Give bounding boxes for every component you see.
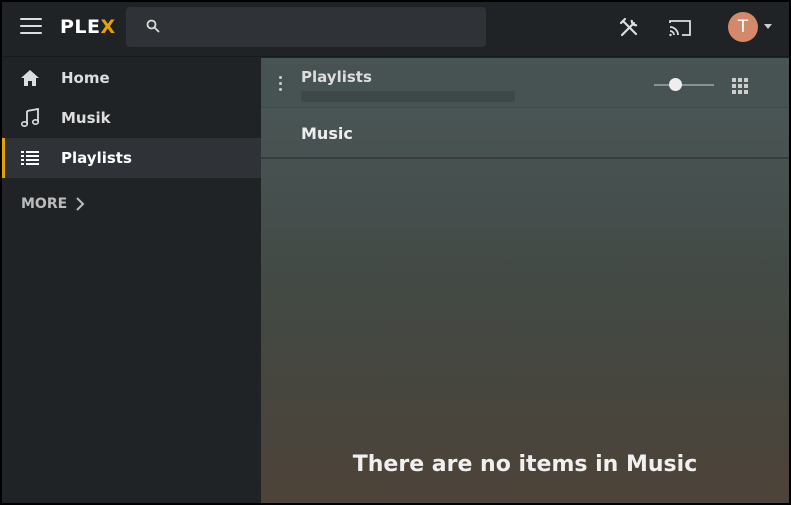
more-label: MORE (21, 196, 68, 212)
music-note-icon (20, 108, 40, 128)
sidebar-item-musik[interactable]: Musik (2, 98, 261, 138)
divider (261, 157, 789, 159)
logo-text: PLE (60, 16, 101, 38)
empty-state-message: There are no items in Music (352, 452, 698, 477)
user-avatar[interactable]: T (728, 12, 758, 42)
more-options-icon[interactable] (279, 76, 283, 94)
breadcrumb-underline (301, 91, 515, 102)
logo-accent: X (100, 16, 116, 38)
avatar-initial: T (737, 17, 749, 37)
main-content: Playlists Music There are no items in Mu… (261, 58, 789, 503)
sidebar-item-label: Playlists (61, 149, 132, 167)
chevron-down-icon[interactable] (764, 24, 772, 29)
top-bar: PLEX T (2, 2, 789, 57)
sidebar-item-home[interactable]: Home (2, 58, 261, 98)
hamburger-menu-icon[interactable] (20, 18, 42, 38)
sidebar-item-label: Home (61, 69, 110, 87)
page-title: Music (301, 124, 353, 143)
cast-icon[interactable] (668, 18, 692, 38)
search-input[interactable] (170, 15, 470, 39)
search-bar[interactable] (126, 7, 486, 47)
zoom-slider-handle[interactable] (669, 78, 682, 91)
zoom-slider-track[interactable] (654, 84, 714, 86)
breadcrumb[interactable]: Playlists (301, 68, 372, 86)
chevron-right-icon (76, 197, 85, 211)
sidebar-item-playlists[interactable]: Playlists (2, 138, 261, 178)
sidebar-item-label: Musik (61, 109, 111, 127)
plex-logo[interactable]: PLEX (60, 16, 116, 38)
settings-tools-icon[interactable] (618, 17, 640, 39)
sidebar: Home Musik Playlists MORE (2, 58, 261, 503)
list-icon (21, 151, 39, 165)
section-header: Playlists (261, 58, 789, 108)
grid-view-icon[interactable] (732, 78, 748, 94)
search-icon (146, 19, 160, 33)
home-icon (21, 70, 39, 86)
plex-app: PLEX T Home Musik Playlists MORE Playlis… (0, 0, 791, 505)
more-link[interactable]: MORE (21, 196, 85, 212)
